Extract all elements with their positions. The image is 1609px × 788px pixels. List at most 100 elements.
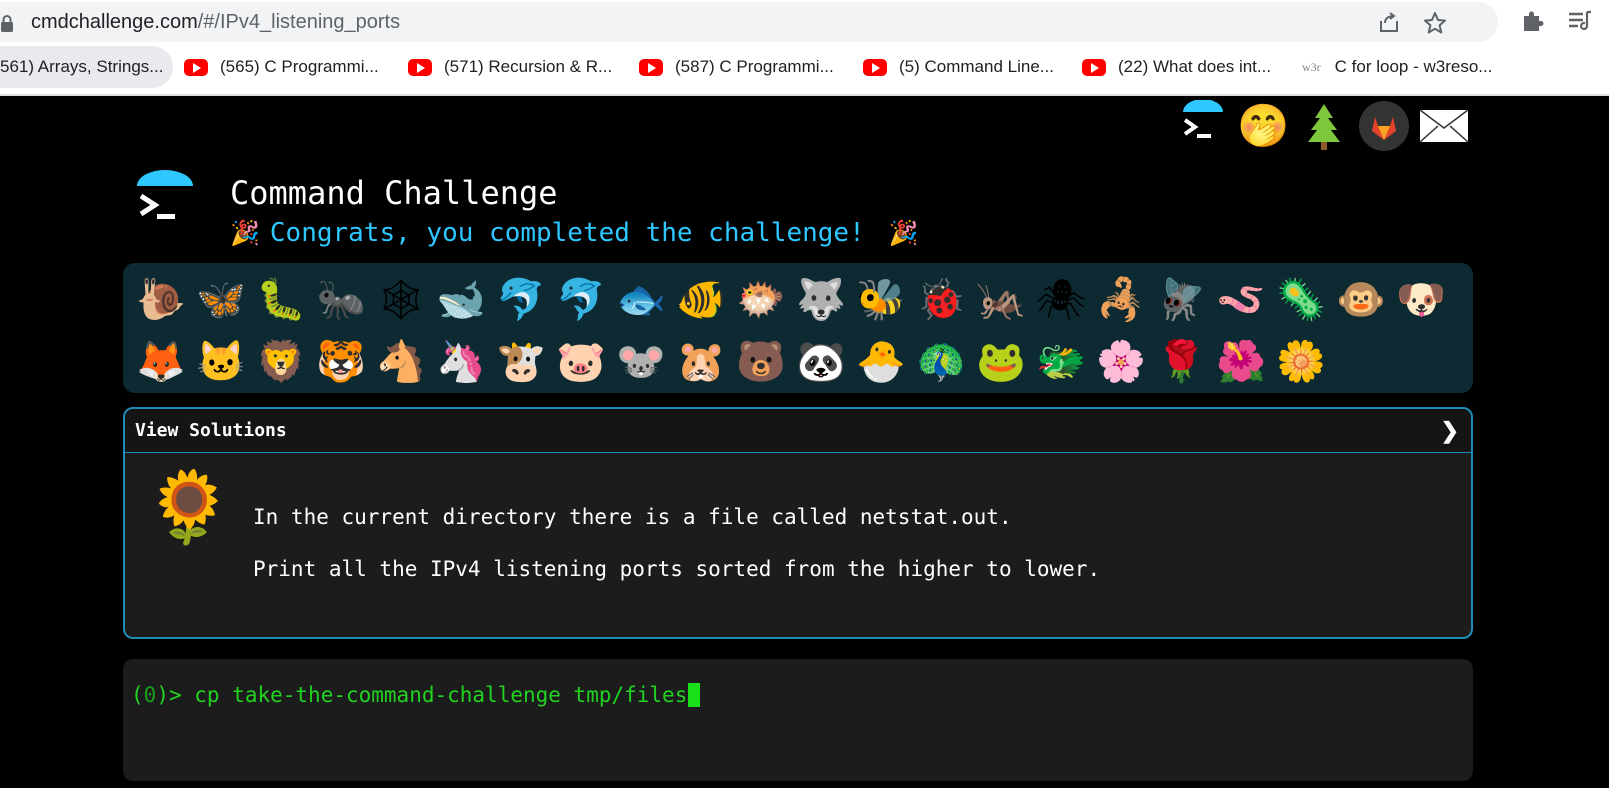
shush-icon[interactable]: 🤭 [1237,100,1289,152]
challenge-emoji[interactable]: 🐣 [851,337,911,387]
challenge-emoji[interactable]: 🐋 [431,275,491,325]
challenge-emoji[interactable]: 🐜 [311,275,371,325]
challenge-emoji[interactable]: 🪱 [1211,275,1271,325]
party-icon: 🎉 [230,219,260,247]
challenge-panel: View Solutions ❯ 🌻 In the current direct… [123,407,1473,639]
challenge-emoji[interactable]: 🐬 [551,275,611,325]
challenge-emoji[interactable]: 🐝 [851,275,911,325]
star-icon[interactable] [1423,11,1447,35]
logo-icon [133,170,197,234]
bookmark-label: (5) Command Line... [899,57,1054,76]
bookmark-item[interactable]: w3r C for loop - w3reso... [1302,46,1492,88]
challenge-emoji[interactable]: 🐌 [131,275,191,325]
youtube-icon [863,58,887,76]
challenge-emoji[interactable]: 🐴 [371,337,431,387]
challenge-emoji[interactable]: 🐭 [611,337,671,387]
youtube-icon [639,58,663,76]
challenge-emoji[interactable]: 🐸 [971,337,1031,387]
youtube-icon [1082,58,1106,76]
emoji-row: 🐌 🦋 🐛 🐜 🕸 🐋 🐬 🐬 🐟 🐠 🐡 🐺 🐝 🐞 🦗 🕷 🦂 🪰 🪱 🦠 🐵 🐶 [131,269,1467,331]
bookmark-label: (587) C Programmi... [675,57,834,76]
view-solutions-label: View Solutions [135,420,287,441]
page-title: Command Challenge [230,174,558,212]
challenge-emoji[interactable]: 🪰 [1151,275,1211,325]
terminal[interactable]: (0)> cp take-the-command-challenge tmp/f… [123,659,1473,781]
prompt-symbol: )> [156,683,182,707]
share-icon[interactable] [1377,11,1401,35]
challenge-progress-bar: 🐌 🦋 🐛 🐜 🕸 🐋 🐬 🐬 🐟 🐠 🐡 🐺 🐝 🐞 🦗 🕷 🦂 🪰 🪱 🦠 🐵 🐶 🦊 🐱 🦁 🐯 🐴 🦄 🐮 🐷 🐭 🐹 🐻 🐼 🐣 🦚 🐸 🐲 🌸… [123,263,1473,393]
bookmark-label: 561) Arrays, Strings... [0,57,164,76]
exit-code: 0 [143,683,157,707]
bookmark-item[interactable]: (22) What does int... [1082,46,1271,88]
url-path: /#/IPv4_listening_ports [197,11,401,33]
challenge-emoji[interactable]: 🌼 [1271,337,1331,387]
party-icon: 🎉 [888,219,919,247]
challenge-emoji[interactable]: 🐬 [491,275,551,325]
sunflower-icon: 🌻 [145,468,233,546]
youtube-icon [184,58,208,76]
cursor [688,683,701,707]
bookmark-label: C for loop - w3reso... [1334,57,1493,76]
gitlab-icon[interactable] [1358,100,1410,152]
view-solutions-toggle[interactable]: View Solutions ❯ [125,409,1471,453]
challenge-emoji[interactable]: 🦠 [1271,275,1331,325]
extensions-icon[interactable] [1520,8,1546,34]
challenge-emoji[interactable]: 🦗 [971,275,1031,325]
tree-icon[interactable] [1298,100,1350,152]
bookmark-label: (571) Recursion & R... [444,57,613,76]
challenge-emoji[interactable]: 🐼 [791,337,851,387]
terminal-icon[interactable] [1177,99,1229,152]
bookmark-item[interactable]: (587) C Programmi... [639,46,834,88]
challenge-emoji[interactable]: 🌸 [1091,337,1151,387]
challenge-emoji[interactable]: 🐻 [731,337,791,387]
challenge-emoji[interactable]: 🐲 [1031,337,1091,387]
bookmarks-bar: 561) Arrays, Strings... (565) C Programm… [0,46,1609,92]
challenge-emoji[interactable]: 🐛 [251,275,311,325]
challenge-emoji[interactable]: 🐯 [311,337,371,387]
terminal-prompt[interactable]: (0)> cp take-the-command-challenge tmp/f… [131,683,701,707]
challenge-emoji[interactable]: 🦚 [911,337,971,387]
challenge-emoji[interactable]: 🌹 [1151,337,1211,387]
address-bar[interactable]: cmdchallenge.com/#/IPv4_listening_ports [0,2,1498,42]
challenge-emoji[interactable]: 🐠 [671,275,731,325]
url-text[interactable]: cmdchallenge.com/#/IPv4_listening_ports [31,11,400,34]
congrats-message: 🎉 Congrats, you completed the challenge!… [230,218,919,248]
challenge-emoji[interactable]: 🕸 [371,275,431,325]
bookmark-item[interactable]: (571) Recursion & R... [408,46,612,88]
challenge-emoji[interactable]: 🐺 [791,275,851,325]
challenge-emoji[interactable]: 🐷 [551,337,611,387]
challenge-emoji[interactable]: 🌺 [1211,337,1271,387]
bookmark-item[interactable]: 561) Arrays, Strings... [0,46,174,88]
challenge-emoji[interactable]: 🕷 [1031,275,1091,325]
command-input[interactable]: cp take-the-command-challenge tmp/files [194,683,687,707]
challenge-text-line: In the current directory there is a file… [253,505,1012,529]
challenge-emoji[interactable]: 🐶 [1391,275,1451,325]
reading-list-icon[interactable] [1567,8,1593,34]
lock-icon[interactable] [0,15,14,37]
challenge-emoji[interactable]: 🐱 [191,337,251,387]
envelope-icon[interactable] [1418,100,1470,152]
challenge-emoji[interactable]: 🦁 [251,337,311,387]
browser-chrome: cmdchallenge.com/#/IPv4_listening_ports … [0,0,1609,96]
challenge-text-line: Print all the IPv4 listening ports sorte… [253,557,1101,581]
challenge-emoji[interactable]: 🦄 [431,337,491,387]
congrats-text: Congrats, you completed the challenge! [269,218,865,248]
challenge-emoji[interactable]: 🐟 [611,275,671,325]
challenge-emoji[interactable]: 🐮 [491,337,551,387]
challenge-emoji[interactable]: 🦂 [1091,275,1151,325]
youtube-icon [408,58,432,76]
bookmark-label: (565) C Programmi... [220,57,379,76]
challenge-emoji[interactable]: 🦋 [191,275,251,325]
challenge-emoji[interactable]: 🐹 [671,337,731,387]
challenge-description: 🌻 In the current directory there is a fi… [125,453,1471,637]
bookmark-item[interactable]: (565) C Programmi... [184,46,379,88]
w3resource-icon: w3r [1302,59,1321,74]
challenge-emoji[interactable]: 🐡 [731,275,791,325]
challenge-emoji[interactable]: 🐵 [1331,275,1391,325]
emoji-row: 🦊 🐱 🦁 🐯 🐴 🦄 🐮 🐷 🐭 🐹 🐻 🐼 🐣 🦚 🐸 🐲 🌸 🌹 🌺 🌼 [131,331,1467,393]
challenge-emoji[interactable]: 🦊 [131,337,191,387]
chevron-right-icon[interactable]: ❯ [1441,418,1459,444]
challenge-emoji[interactable]: 🐞 [911,275,971,325]
bookmark-item[interactable]: (5) Command Line... [863,46,1054,88]
chrome-divider [0,94,1609,96]
